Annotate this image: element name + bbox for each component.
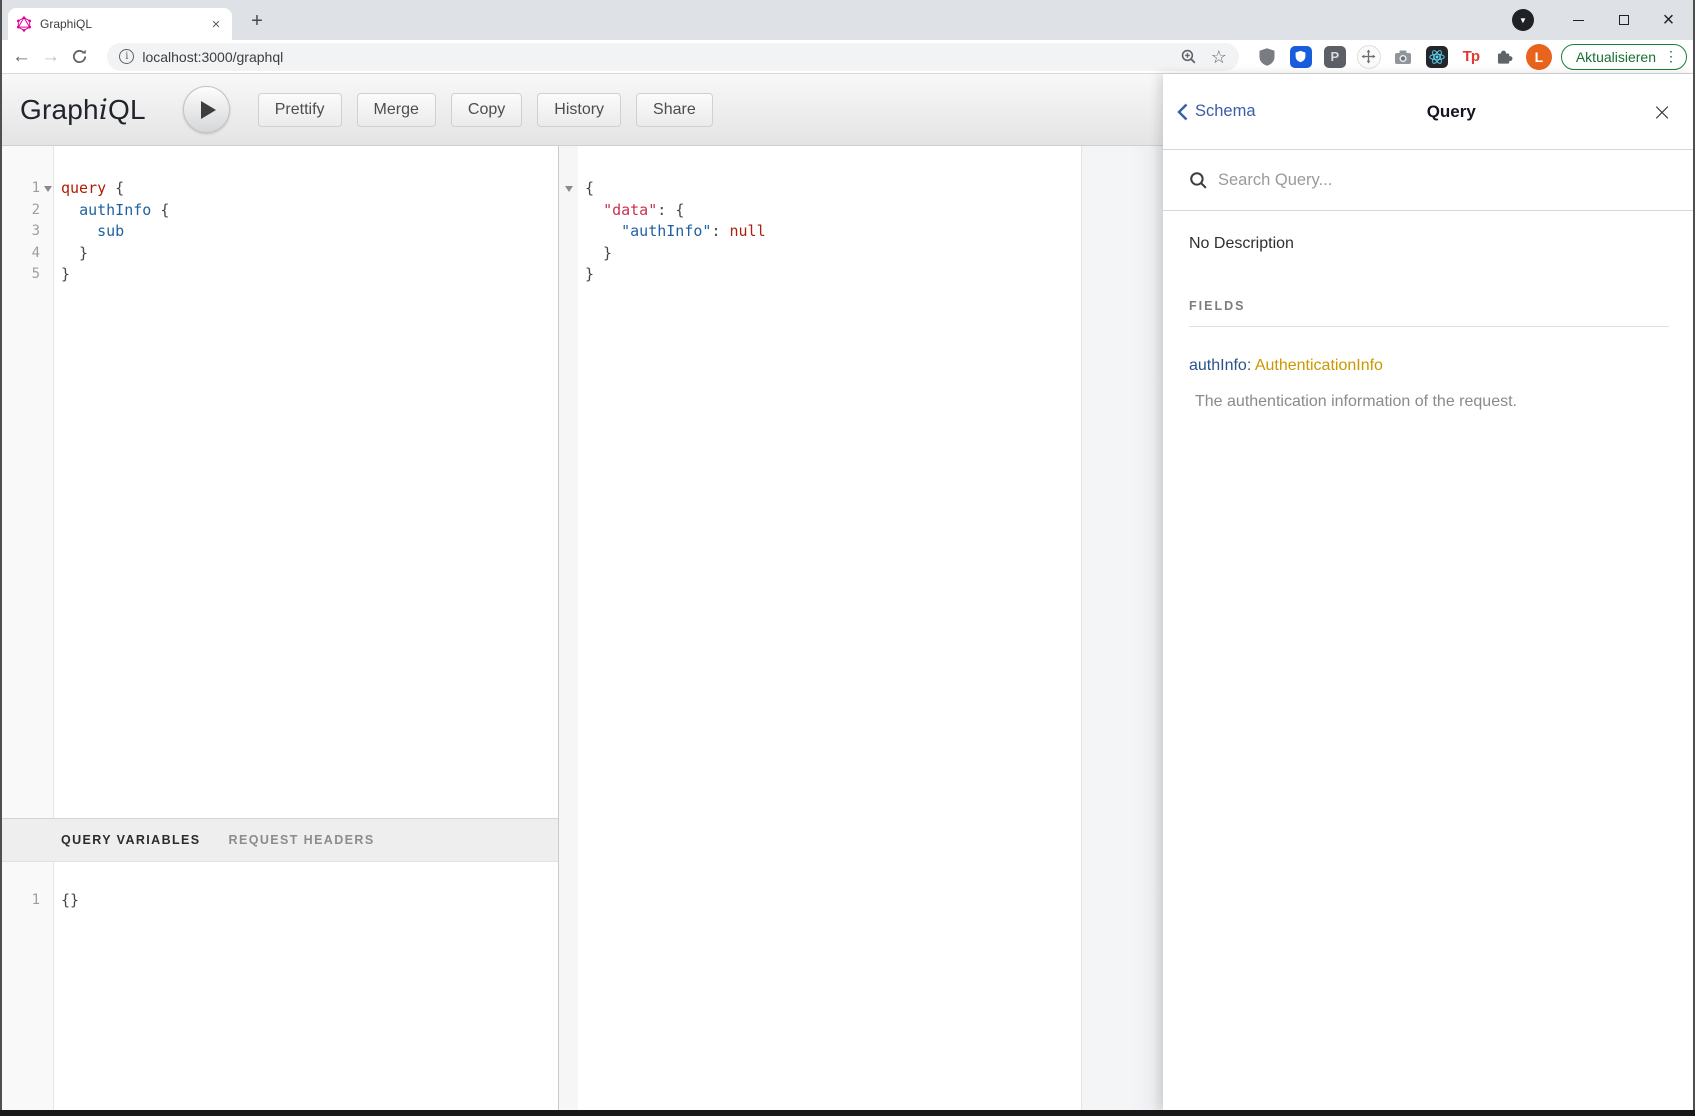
chevron-left-icon: [1177, 103, 1188, 121]
chrome-update-caret-icon[interactable]: ▼: [1512, 9, 1534, 31]
docs-search-input[interactable]: [1208, 171, 1679, 190]
play-icon: [201, 101, 216, 119]
window-minimize-button[interactable]: [1556, 0, 1601, 40]
forward-button: →: [37, 43, 64, 71]
bitwarden-extension-icon[interactable]: [1287, 43, 1315, 71]
url-bar[interactable]: i localhost:3000/graphql ☆: [107, 43, 1239, 71]
minimize-icon: [1573, 20, 1584, 21]
browser-toolbar: ← → i localhost:3000/graphql ☆: [0, 40, 1695, 74]
site-info-icon[interactable]: i: [119, 49, 134, 64]
ublock-extension-icon[interactable]: [1253, 43, 1281, 71]
doc-explorer: Schema Query × No Description FIELDS aut…: [1163, 74, 1695, 1110]
copy-button[interactable]: Copy: [451, 93, 522, 127]
zoom-in-icon[interactable]: [1180, 48, 1197, 65]
close-icon: ×: [1663, 10, 1675, 30]
bookmark-star-icon[interactable]: ☆: [1211, 48, 1227, 66]
query-editor-gutter: 1 2 3 4 5: [2, 146, 54, 818]
fields-divider: [1189, 326, 1669, 327]
field-name-link[interactable]: authInfo: [1189, 357, 1247, 374]
field-type-link[interactable]: AuthenticationInfo: [1255, 357, 1383, 374]
query-editor[interactable]: 1 2 3 4 5 query { authInfo { sub } }: [2, 146, 558, 818]
docs-close-button[interactable]: ×: [1647, 100, 1677, 124]
browser-titlebar: GraphiQL × + ▼ ×: [0, 0, 1695, 40]
window-maximize-button[interactable]: [1601, 0, 1646, 40]
result-code: { "data": { "authInfo": null } }: [578, 146, 1081, 1110]
new-tab-button[interactable]: +: [246, 10, 268, 33]
reload-icon: [71, 48, 88, 65]
url-text[interactable]: localhost:3000/graphql: [142, 49, 1179, 65]
graphql-favicon-icon: [16, 16, 32, 32]
field-description: The authentication information of the re…: [1189, 393, 1669, 411]
fold-caret-icon[interactable]: [565, 186, 573, 192]
window-close-button[interactable]: ×: [1646, 0, 1691, 40]
graphiql-app: GraphiQL Prettify Merge Copy History Sha…: [0, 74, 1695, 1110]
reload-button[interactable]: [66, 43, 93, 71]
result-fold-gutter: [559, 146, 578, 1110]
tab-close-icon[interactable]: ×: [208, 16, 224, 33]
fold-caret-icon[interactable]: [44, 186, 52, 192]
graphiql-logo: GraphiQL: [20, 93, 146, 126]
share-button[interactable]: Share: [636, 93, 713, 127]
merge-button[interactable]: Merge: [357, 93, 436, 127]
fields-heading: FIELDS: [1189, 299, 1669, 313]
prettify-button[interactable]: Prettify: [258, 93, 342, 127]
panel-gap: [1081, 146, 1163, 1110]
maximize-icon: [1619, 15, 1629, 25]
history-button[interactable]: History: [537, 93, 621, 127]
variables-editor-gutter: 1: [2, 862, 54, 1110]
field-row: authInfo: AuthenticationInfo: [1189, 357, 1669, 375]
extensions-row: P: [1247, 43, 1553, 71]
doc-explorer-header: Schema Query ×: [1163, 74, 1695, 150]
docs-title: Query: [1256, 102, 1647, 122]
tab-request-headers[interactable]: REQUEST HEADERS: [229, 833, 375, 847]
camera-extension-icon[interactable]: [1389, 43, 1417, 71]
extensions-puzzle-icon[interactable]: [1491, 43, 1519, 71]
window-border-bottom: [0, 1110, 1695, 1116]
query-code[interactable]: query { authInfo { sub } }: [54, 146, 558, 818]
react-devtools-extension-icon[interactable]: [1423, 43, 1451, 71]
tab-title: GraphiQL: [40, 17, 200, 31]
docs-back-link[interactable]: Schema: [1177, 102, 1256, 121]
tab-query-variables[interactable]: QUERY VARIABLES: [61, 833, 201, 847]
update-button[interactable]: Aktualisieren ⋮: [1561, 44, 1687, 70]
graphiql-topbar: GraphiQL Prettify Merge Copy History Sha…: [0, 74, 1163, 146]
browser-tab[interactable]: GraphiQL ×: [8, 8, 232, 40]
profile-avatar[interactable]: L: [1525, 43, 1553, 71]
tp-extension-icon[interactable]: Tp: [1457, 43, 1485, 71]
result-viewer[interactable]: { "data": { "authInfo": null } }: [559, 146, 1081, 1110]
back-button[interactable]: ←: [8, 43, 35, 71]
variables-tab-bar: QUERY VARIABLES REQUEST HEADERS: [2, 818, 558, 862]
docs-search-row: [1163, 150, 1695, 211]
browser-menu-icon[interactable]: ⋮: [1664, 48, 1678, 65]
execute-query-button[interactable]: [183, 86, 230, 133]
window-border-left: [0, 0, 2, 1116]
type-description: No Description: [1189, 235, 1669, 253]
move-tool-extension-icon[interactable]: [1355, 43, 1383, 71]
variables-editor[interactable]: 1 {}: [2, 862, 558, 1110]
docs-content: No Description FIELDS authInfo: Authenti…: [1163, 211, 1695, 411]
search-icon: [1189, 171, 1208, 190]
p-extension-icon[interactable]: P: [1321, 43, 1349, 71]
